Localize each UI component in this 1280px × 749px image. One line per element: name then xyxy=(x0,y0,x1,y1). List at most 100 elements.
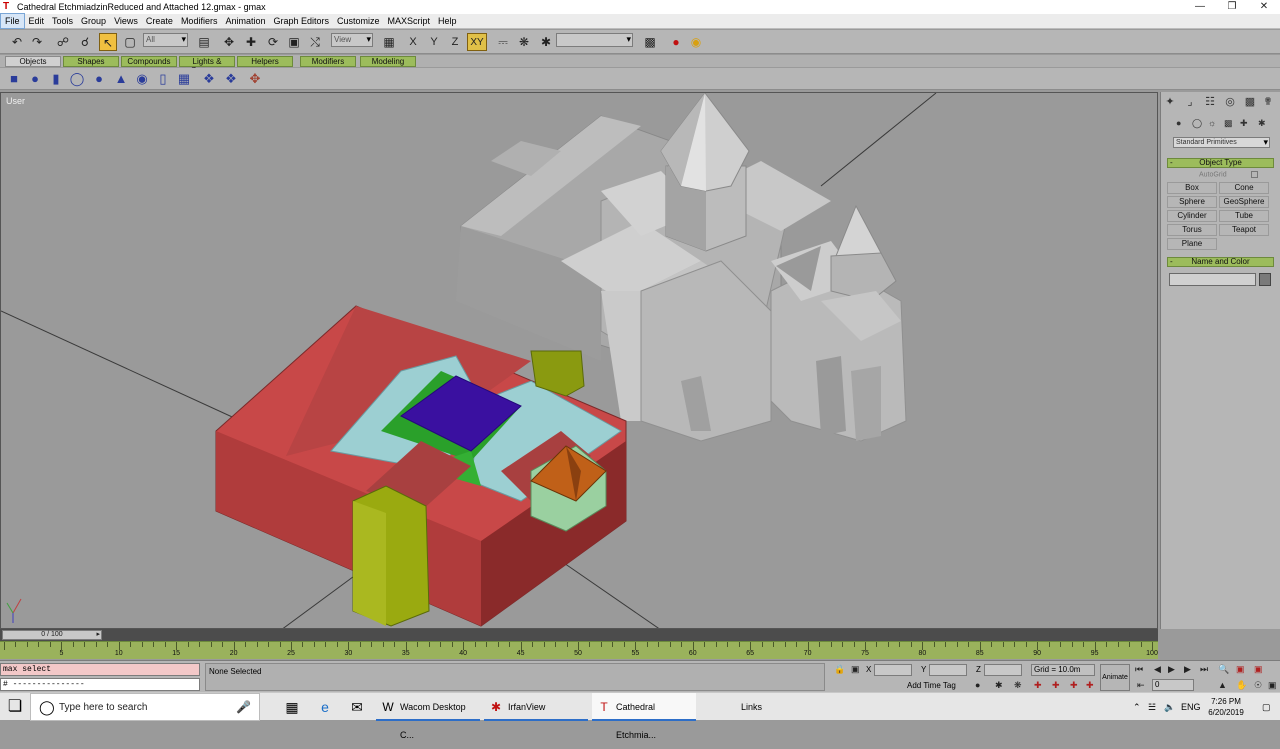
create-tab-icon[interactable]: ✦ xyxy=(1163,95,1177,109)
utilities-tab-icon[interactable]: ✟ xyxy=(1261,95,1275,109)
lights-icon[interactable]: ☼ xyxy=(1208,118,1216,128)
display-tab-icon[interactable]: ▩ xyxy=(1243,95,1257,109)
play-icon[interactable]: ▶ xyxy=(1168,664,1175,675)
menu-edit[interactable]: Edit xyxy=(25,14,49,28)
previous-frame-icon[interactable]: ◀ xyxy=(1154,664,1161,675)
torus-button[interactable]: Torus xyxy=(1167,224,1217,236)
maximize-button[interactable]: ❐ xyxy=(1216,0,1248,14)
task-view-icon[interactable]: ▦ xyxy=(282,697,302,717)
animate-button[interactable]: Animate xyxy=(1100,664,1130,691)
autogrid-check[interactable] xyxy=(1250,171,1258,178)
helpers-icon[interactable]: ✚ xyxy=(1240,118,1248,129)
sphere-primitive-icon[interactable]: ● xyxy=(27,71,43,87)
maxscript-listener-output[interactable]: # --------------- xyxy=(0,678,200,691)
track-bar[interactable]: 5 10 15 20 25 30 35 40 45 50 55 60 65 70 75 80 85 90 95 100 xyxy=(0,641,1158,659)
minimize-button[interactable]: — xyxy=(1184,0,1216,14)
object-type-rollout[interactable]: - Object Type xyxy=(1167,158,1274,168)
microphone-icon[interactable]: 🎤 xyxy=(236,700,251,714)
menu-help[interactable]: Help xyxy=(434,14,461,28)
maxscript-listener-input[interactable]: max select xyxy=(0,663,200,676)
box-button[interactable]: Box xyxy=(1167,182,1217,194)
taskbar-app-gmax[interactable]: T Cathedral Etchmia... xyxy=(592,693,696,740)
taskbar-app-wacom[interactable]: W Wacom Desktop C... xyxy=(376,693,480,740)
menu-animation[interactable]: Animation xyxy=(221,14,269,28)
axis-z-button[interactable]: Z xyxy=(446,33,464,51)
menu-modifiers[interactable]: Modifiers xyxy=(177,14,222,28)
menu-views[interactable]: Views xyxy=(110,14,142,28)
hierarchy-tab-icon[interactable]: ☷ xyxy=(1203,95,1217,109)
menu-maxscript[interactable]: MAXScript xyxy=(384,14,435,28)
pan-icon[interactable]: ✚ xyxy=(1052,680,1060,691)
cone-primitive-icon[interactable]: ▲ xyxy=(113,71,129,87)
teapot-primitive-icon[interactable]: ● xyxy=(91,71,107,87)
transform-type-in-icon[interactable]: ✚ xyxy=(1034,680,1042,691)
windows-start-icon[interactable]: ❏ xyxy=(0,693,30,721)
plane-button[interactable]: Plane xyxy=(1167,238,1217,250)
render-scene-icon[interactable]: ● xyxy=(667,33,685,51)
cylinder-button[interactable]: Cylinder xyxy=(1167,210,1217,222)
select-by-name-icon[interactable]: ▤ xyxy=(195,33,213,51)
snap-icon[interactable]: ✱ xyxy=(537,33,555,51)
maximize-viewport-icon[interactable]: ▣ xyxy=(1268,680,1277,691)
notifications-icon[interactable]: ▢ xyxy=(1262,693,1271,721)
primitive-category-dropdown[interactable]: Standard Primitives xyxy=(1173,137,1270,148)
select-object-icon[interactable]: ↖ xyxy=(99,33,117,51)
tab-helpers[interactable]: Helpers xyxy=(237,56,293,67)
box-primitive-icon[interactable]: ■ xyxy=(6,71,22,87)
next-frame-icon[interactable]: ▶ xyxy=(1184,664,1191,675)
autogrid-checkbox[interactable]: AutoGrid xyxy=(1199,171,1258,178)
time-slider-thumb[interactable]: 0 / 100 ▸ xyxy=(2,630,102,640)
reference-coordinate-dropdown[interactable]: View xyxy=(331,33,373,47)
current-frame-field[interactable]: 0 xyxy=(1152,679,1194,691)
grid-object2-icon[interactable]: ❖ xyxy=(223,71,239,87)
selection-region-icon[interactable]: ▢ xyxy=(121,33,139,51)
time-slider[interactable]: 0 / 100 ▸ xyxy=(0,629,1158,641)
scale-icon[interactable]: ▣ xyxy=(285,33,303,51)
undo-icon[interactable]: ↶ xyxy=(8,33,26,51)
z-coordinate-field[interactable] xyxy=(984,664,1022,676)
system-clock[interactable]: 7:26 PM 6/20/2019 xyxy=(1196,696,1256,718)
torus-primitive-icon[interactable]: ◯ xyxy=(69,71,85,87)
x-coordinate-field[interactable] xyxy=(874,664,912,676)
helper-axis-icon[interactable]: ✥ xyxy=(247,71,263,87)
teapot-button[interactable]: Teapot xyxy=(1219,224,1269,236)
unlink-icon[interactable]: ☌ xyxy=(76,33,94,51)
y-coordinate-field[interactable] xyxy=(929,664,967,676)
geometry-icon[interactable]: ● xyxy=(1176,118,1181,128)
axis-y-button[interactable]: Y xyxy=(425,33,443,51)
sphere-button[interactable]: Sphere xyxy=(1167,196,1217,208)
zoom-icon[interactable]: 🔍 xyxy=(1218,664,1229,675)
orbit-subobject-icon[interactable]: ✚ xyxy=(1086,680,1094,691)
taskbar-app-irfanview[interactable]: ✱ IrfanView xyxy=(484,693,588,721)
tab-shapes[interactable]: Shapes xyxy=(63,56,119,67)
hand-pan-icon[interactable]: ✋ xyxy=(1236,680,1247,691)
arc-rotate-icon[interactable]: ☉ xyxy=(1254,680,1262,691)
mirror-icon[interactable]: ⎓ xyxy=(494,33,512,51)
cameras-icon[interactable]: ▩ xyxy=(1224,118,1233,129)
object-color-swatch[interactable] xyxy=(1259,273,1271,286)
modify-tab-icon[interactable]: ⌟ xyxy=(1183,95,1197,109)
cylinder-primitive-icon[interactable]: ▮ xyxy=(48,71,64,87)
shapes-icon[interactable]: ◯ xyxy=(1192,118,1202,129)
grid-object-icon[interactable]: ❖ xyxy=(201,71,217,87)
select-link-icon[interactable]: ☍ xyxy=(54,33,72,51)
named-selection-dropdown[interactable] xyxy=(556,33,633,47)
cone-button[interactable]: Cone xyxy=(1219,182,1269,194)
geosphere-primitive-icon[interactable]: ◉ xyxy=(134,71,150,87)
tab-modeling[interactable]: Modeling xyxy=(360,56,416,67)
tray-overflow-icon[interactable]: ⌃ xyxy=(1133,693,1141,721)
axis-xy-button[interactable]: XY xyxy=(467,33,487,51)
object-name-field[interactable] xyxy=(1169,273,1256,286)
motion-tab-icon[interactable]: ◎ xyxy=(1223,95,1237,109)
close-button[interactable]: ✕ xyxy=(1248,0,1280,14)
move-icon[interactable]: ✚ xyxy=(242,33,260,51)
key-mode-icon[interactable]: ⇤ xyxy=(1137,680,1145,691)
absolute-mode-icon[interactable]: ▣ xyxy=(851,664,860,675)
wifi-icon[interactable]: ☱ xyxy=(1148,693,1156,721)
go-to-end-icon[interactable]: ⏭ xyxy=(1200,664,1208,675)
menu-graph-editors[interactable]: Graph Editors xyxy=(269,14,333,28)
geosphere-button[interactable]: GeoSphere xyxy=(1219,196,1269,208)
links-toolbar[interactable]: Links xyxy=(741,693,762,721)
plane-primitive-icon[interactable]: ▦ xyxy=(176,71,192,87)
tab-modifiers[interactable]: Modifiers xyxy=(300,56,356,67)
